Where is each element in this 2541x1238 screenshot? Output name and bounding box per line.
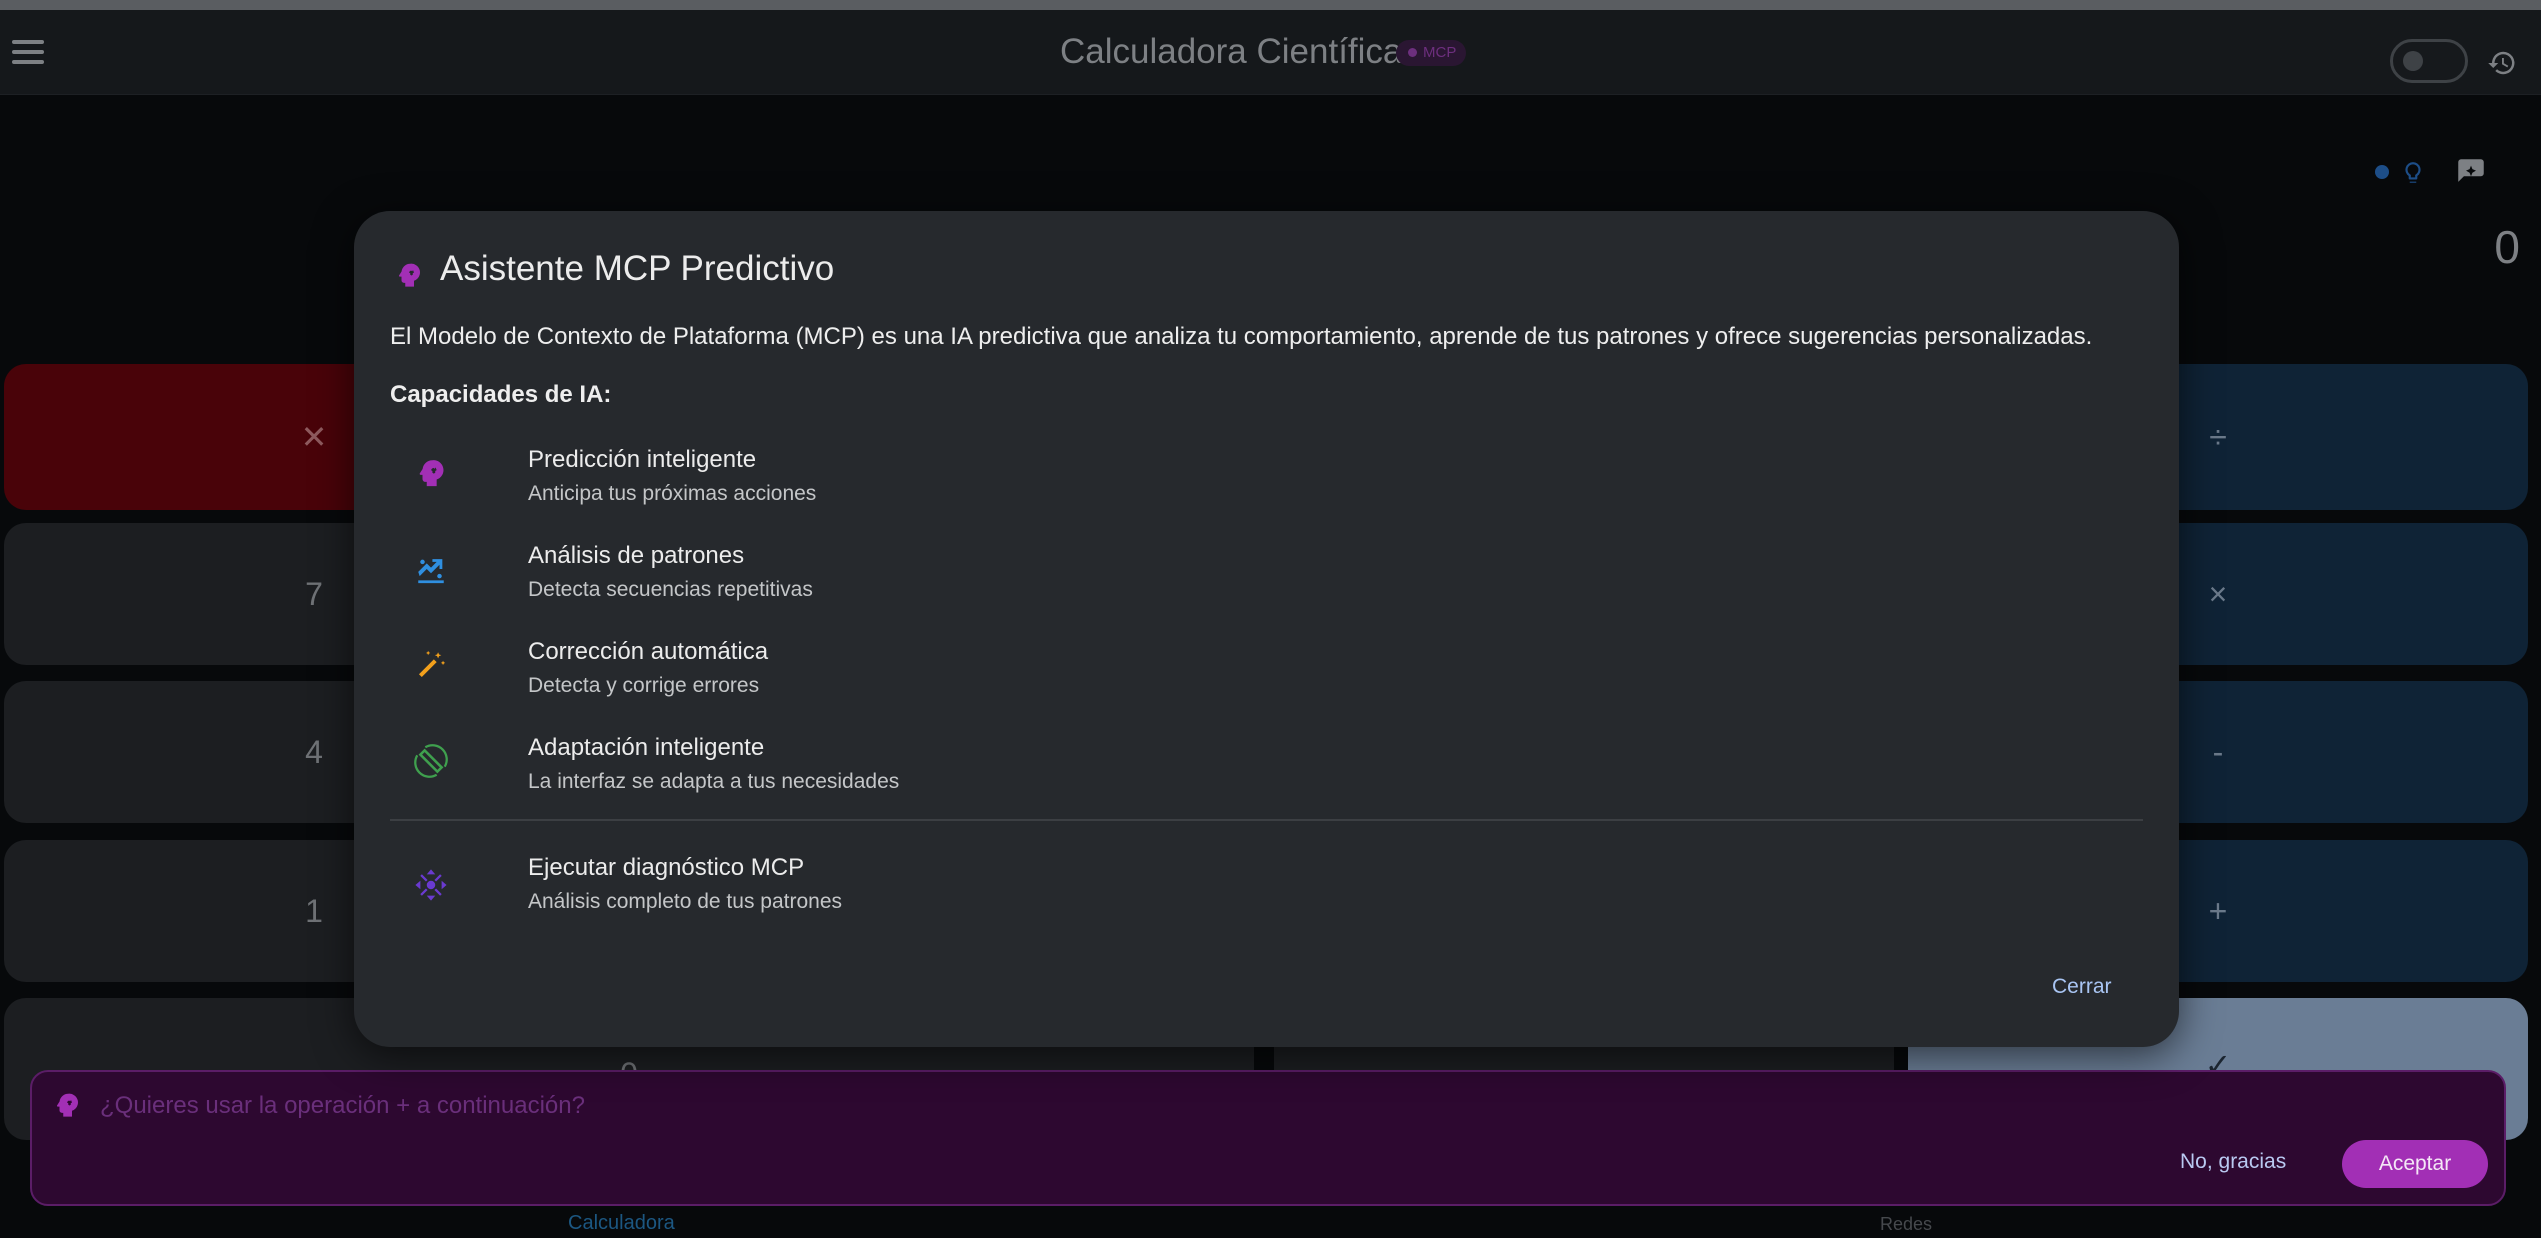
app-bar: Calculadora Científica MCP: [0, 10, 2541, 95]
run-diagnostic-button[interactable]: Ejecutar diagnóstico MCP Análisis comple…: [414, 854, 2154, 934]
capability-title: Análisis de patrones: [528, 542, 745, 569]
capability-title: Corrección automática: [528, 638, 769, 665]
mcp-badge-label: MCP: [1423, 44, 1457, 61]
dialog-description: El Modelo de Contexto de Plataforma (MCP…: [390, 323, 2093, 350]
capability-smart-adaptation: Adaptación inteligente La interfaz se ad…: [414, 734, 2154, 814]
nav-item-networks[interactable]: Redes: [1880, 1214, 1932, 1235]
capability-subtitle: La interfaz se adapta a tus necesidades: [528, 770, 900, 793]
dialog-title: Asistente MCP Predictivo: [440, 249, 835, 288]
screen-rotation-icon: [414, 744, 448, 778]
mcp-assistant-dialog: Asistente MCP Predictivo El Modelo de Co…: [354, 211, 2179, 1047]
capability-title: Adaptación inteligente: [528, 734, 765, 761]
capabilities-heading: Capacidades de IA:: [390, 381, 612, 408]
accept-button[interactable]: Aceptar: [2342, 1140, 2488, 1188]
page-title: Calculadora Científica: [1060, 32, 1403, 71]
diagnostic-title: Ejecutar diagnóstico MCP: [528, 854, 805, 881]
divider: [390, 819, 2143, 821]
mcp-dot-icon: [1408, 48, 1417, 57]
psychology-icon: [56, 1093, 79, 1117]
capability-auto-correction: Corrección automática Detecta y corrige …: [414, 638, 2154, 718]
history-icon[interactable]: [2487, 48, 2517, 78]
insight-icon[interactable]: [2454, 155, 2488, 189]
hub-icon: [415, 869, 447, 901]
nav-item-calculator[interactable]: Calculadora: [568, 1212, 675, 1235]
suggestion-banner: ¿Quieres usar la operación + a continuac…: [30, 1070, 2506, 1206]
psychology-icon: [419, 460, 444, 487]
display-value: 0: [2494, 221, 2520, 273]
capability-prediction: Predicción inteligente Anticipa tus próx…: [414, 446, 2154, 526]
suggestion-text: ¿Quieres usar la operación + a continuac…: [100, 1092, 585, 1119]
decline-button[interactable]: No, gracias: [2180, 1150, 2286, 1174]
magic-wand-icon: [418, 650, 446, 678]
pattern-analysis-icon: [418, 559, 444, 584]
diagnostic-subtitle: Análisis completo de tus patrones: [528, 890, 843, 913]
theme-toggle[interactable]: [2390, 39, 2468, 83]
capability-subtitle: Detecta y corrige errores: [528, 674, 760, 697]
mcp-badge[interactable]: MCP: [1396, 40, 1467, 66]
status-dot: [2375, 165, 2389, 179]
capability-pattern-analysis: Análisis de patrones Detecta secuencias …: [414, 542, 2154, 622]
menu-icon[interactable]: [12, 40, 44, 64]
close-button[interactable]: Cerrar: [2052, 975, 2112, 999]
psychology-icon: [398, 263, 421, 287]
window-top-strip: [0, 0, 2541, 10]
capability-subtitle: Detecta secuencias repetitivas: [528, 578, 813, 601]
toggle-knob: [2403, 51, 2423, 71]
lightbulb-icon[interactable]: [2400, 158, 2426, 188]
capability-title: Predicción inteligente: [528, 446, 757, 473]
capability-subtitle: Anticipa tus próximas acciones: [528, 482, 817, 505]
